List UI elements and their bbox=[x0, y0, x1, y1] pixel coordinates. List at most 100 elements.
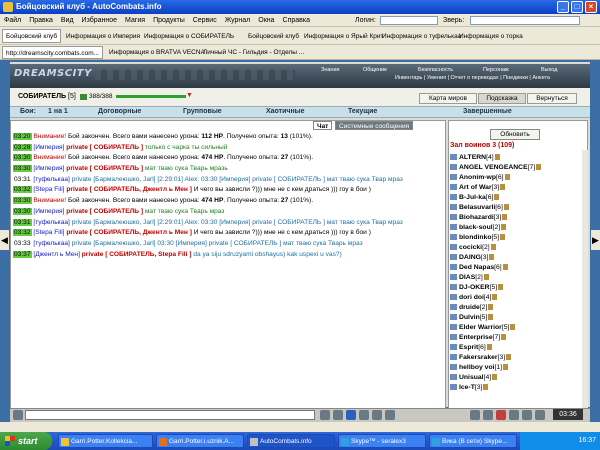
chat-timestamp[interactable]: 03:31 bbox=[13, 218, 32, 226]
left-arrow-icon[interactable]: ◀ bbox=[0, 230, 9, 250]
chat-text[interactable]: [туфелькаа] bbox=[33, 240, 71, 247]
chat-text[interactable]: [Джентл ь Мен] bbox=[33, 251, 81, 258]
tab-dreamscity-url[interactable]: http://dreamscity.combats.com... bbox=[2, 46, 104, 59]
private-message-icon[interactable] bbox=[450, 374, 457, 381]
task-autocombats[interactable]: AutoCombats.info bbox=[247, 434, 335, 448]
smile-icon[interactable] bbox=[13, 410, 23, 420]
player-row[interactable]: DJ-OKER[5] bbox=[450, 283, 585, 293]
player-row[interactable]: Fakersraker[3] bbox=[450, 353, 585, 363]
book-icon[interactable] bbox=[522, 410, 532, 420]
player-row[interactable]: Art of War[3] bbox=[450, 183, 585, 193]
minimize-button[interactable]: _ bbox=[557, 1, 569, 13]
tab-1v1[interactable]: 1 на 1 bbox=[48, 107, 68, 117]
tab-chat[interactable]: Чат bbox=[313, 121, 333, 130]
player-name[interactable]: ANGEL VENGEANCE bbox=[459, 164, 528, 171]
chat-timestamp[interactable]: 03:20 bbox=[13, 133, 32, 140]
player-name[interactable]: Ice-T bbox=[459, 384, 475, 391]
player-row[interactable]: Dulvin[5] bbox=[450, 313, 585, 323]
menu-products[interactable]: Продукты bbox=[149, 14, 189, 27]
beast-field[interactable] bbox=[470, 16, 580, 25]
player-row[interactable]: Esprit[6] bbox=[450, 343, 585, 353]
private-message-icon[interactable] bbox=[450, 344, 457, 351]
info-icon[interactable] bbox=[80, 94, 87, 100]
right-arrow-icon[interactable]: ▶ bbox=[591, 230, 600, 250]
filter-icon[interactable] bbox=[333, 410, 343, 420]
tab-finished[interactable]: Завершенные bbox=[463, 107, 512, 117]
private-message-icon[interactable] bbox=[450, 284, 457, 291]
chat-text[interactable]: private [ СОБИРАТЕЛЬ, Stepa Fili ] bbox=[82, 251, 192, 258]
player-name[interactable]: druide bbox=[459, 304, 480, 311]
private-message-icon[interactable] bbox=[450, 334, 457, 341]
menu-favorites[interactable]: Избранное bbox=[78, 14, 121, 27]
private-message-icon[interactable] bbox=[450, 164, 457, 171]
eraser-icon[interactable] bbox=[320, 410, 330, 420]
player-row[interactable]: Belasuvarli[6] bbox=[450, 203, 585, 213]
menu-file[interactable]: Файл bbox=[0, 14, 25, 27]
world-map-button[interactable]: Карта миров bbox=[419, 93, 477, 104]
menu-windows[interactable]: Окна bbox=[254, 14, 278, 27]
chat-timestamp[interactable]: 03:30 bbox=[13, 197, 32, 205]
player-row[interactable]: ALTERN[4] bbox=[450, 153, 585, 163]
task-garri-1[interactable]: Garri.Potter.Kollekcia... bbox=[58, 434, 153, 448]
nav-security[interactable]: Безопасность bbox=[418, 67, 453, 73]
chat-text[interactable]: [Stepa Fili] bbox=[33, 229, 66, 236]
menu-view[interactable]: Вид bbox=[57, 14, 78, 27]
player-row[interactable]: Elder Warrior[5] bbox=[450, 323, 585, 333]
player-list-scrollbar[interactable] bbox=[582, 150, 588, 408]
character-name[interactable]: СОБИРАТЕЛЬ bbox=[18, 93, 66, 100]
player-info-icon[interactable] bbox=[536, 164, 542, 171]
player-info-icon[interactable] bbox=[501, 334, 507, 341]
tab-info-krit[interactable]: Информация о Ярый Крит bbox=[300, 29, 387, 43]
player-name[interactable]: Belasuvarli bbox=[459, 204, 495, 211]
login-field[interactable] bbox=[380, 16, 438, 25]
player-name[interactable]: dori doi bbox=[459, 294, 484, 301]
refresh-button[interactable]: Обновить bbox=[490, 129, 540, 140]
player-row[interactable]: B-Jul-ka[6] bbox=[450, 193, 585, 203]
chat-text[interactable]: [туфелькаа] bbox=[33, 176, 71, 183]
player-name[interactable]: cocicki bbox=[459, 244, 482, 251]
tab-info-bratva[interactable]: Информация о BRATVA VECNA bbox=[106, 46, 208, 59]
player-info-icon[interactable] bbox=[488, 314, 494, 321]
menu-service[interactable]: Сервис bbox=[189, 14, 221, 27]
player-info-icon[interactable] bbox=[503, 364, 509, 371]
private-message-icon[interactable] bbox=[450, 294, 457, 301]
tab-current[interactable]: Текущие bbox=[348, 107, 377, 117]
player-name[interactable]: Elder Warrior bbox=[459, 324, 502, 331]
chat-text[interactable]: private [ СОБИРАТЕЛЬ ] bbox=[66, 208, 143, 215]
player-name[interactable]: DIAS bbox=[459, 274, 475, 281]
nav-knowledge[interactable]: Знания bbox=[321, 67, 340, 73]
player-info-icon[interactable] bbox=[500, 234, 506, 241]
player-row[interactable]: Ded Napas[6] bbox=[450, 263, 585, 273]
player-name[interactable]: hellboy voi bbox=[459, 364, 495, 371]
player-info-icon[interactable] bbox=[486, 344, 492, 351]
close-button[interactable]: × bbox=[585, 1, 597, 13]
door-icon[interactable] bbox=[535, 410, 545, 420]
chat-text[interactable]: [Империя] bbox=[33, 208, 66, 215]
player-info-icon[interactable] bbox=[501, 224, 507, 231]
task-skype[interactable]: Skype™ - seralex3 bbox=[338, 434, 426, 448]
tab-info-tufelka[interactable]: Информация о туфелькаа bbox=[378, 29, 465, 43]
private-message-icon[interactable] bbox=[450, 224, 457, 231]
player-row[interactable]: DAING[3] bbox=[450, 253, 585, 263]
player-row[interactable]: cocicki[2] bbox=[450, 243, 585, 253]
chat-timestamp[interactable]: 03:30 bbox=[13, 207, 32, 215]
player-row[interactable]: druide[2] bbox=[450, 303, 585, 313]
task-skype-chat[interactable]: Вика (В сети) Skype... bbox=[429, 434, 517, 448]
tab-info-sobiratel[interactable]: Информация о СОБИРАТЕЛЬ bbox=[140, 29, 238, 43]
player-name[interactable]: B-Jul-ka bbox=[459, 194, 486, 201]
sound-icon[interactable] bbox=[372, 410, 382, 420]
chat-timestamp[interactable]: 03:37 bbox=[13, 250, 32, 258]
player-info-icon[interactable] bbox=[510, 324, 516, 331]
chat-text[interactable]: [Империя] bbox=[33, 144, 66, 151]
tab-personal-chs[interactable]: Личный ЧС - Гильдия - Отделы ... bbox=[200, 46, 307, 59]
player-info-icon[interactable] bbox=[498, 284, 504, 291]
fight-icon[interactable] bbox=[496, 410, 506, 420]
player-info-icon[interactable] bbox=[503, 204, 509, 211]
chat-timestamp[interactable]: 03:30 bbox=[13, 154, 32, 162]
player-info-icon[interactable] bbox=[502, 214, 508, 221]
chat-timestamp[interactable]: 03:30 bbox=[13, 165, 32, 173]
player-info-icon[interactable] bbox=[504, 174, 510, 181]
chat-timestamp[interactable]: 03:28 bbox=[13, 143, 32, 151]
player-info-icon[interactable] bbox=[492, 374, 498, 381]
chat-input[interactable] bbox=[25, 410, 315, 420]
